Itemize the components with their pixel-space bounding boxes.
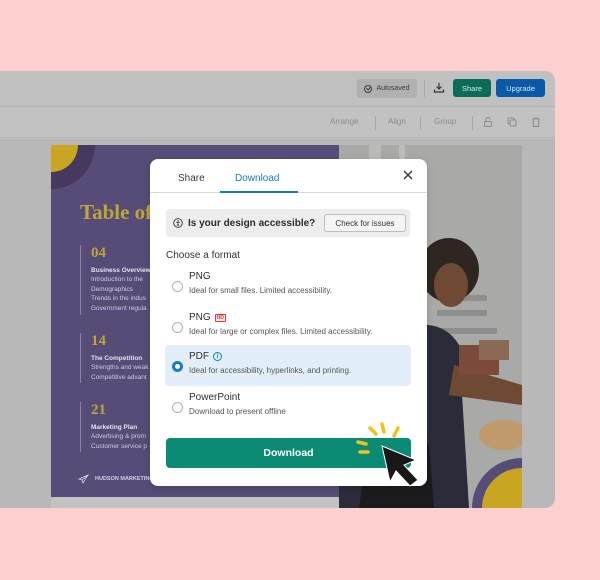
accessibility-banner: Is your design accessible? Check for iss… [166, 209, 410, 237]
radio-button[interactable] [172, 322, 183, 333]
format-option-png-hd[interactable]: PNG HD Ideal for large or complex files.… [165, 306, 411, 347]
paper-plane-icon [78, 474, 89, 484]
cursor-click-icon [356, 422, 419, 487]
section-line: Advertising & prom [91, 433, 146, 440]
section-line: Competitive advant [91, 373, 147, 381]
align-button[interactable]: Align [388, 117, 406, 126]
section-line: Trends in the indus [91, 295, 147, 302]
group-button[interactable]: Group [434, 117, 456, 126]
section-line: Government regula [91, 304, 147, 312]
format-option-png[interactable]: PNG Ideal for small files. Limited acces… [165, 265, 411, 306]
section-number: 14 [91, 333, 106, 349]
section-heading: The Competition [91, 355, 143, 362]
autosaved-status: Autosaved [357, 79, 417, 98]
close-icon[interactable] [401, 168, 415, 182]
download-icon[interactable] [432, 81, 446, 95]
format-name: PDF [189, 351, 209, 362]
tab-download[interactable]: Download [235, 173, 279, 184]
brand-name: HUDSON MARKETING [95, 476, 154, 482]
check-for-issues-button[interactable]: Check for issues [324, 214, 406, 232]
format-description: Ideal for accessibility, hyperlinks, and… [189, 366, 352, 375]
hd-badge: HD [214, 313, 226, 322]
share-button[interactable]: Share [453, 79, 491, 97]
format-option-pdf[interactable]: PDF i Ideal for accessibility, hyperlink… [165, 345, 411, 386]
radio-button-selected[interactable] [172, 361, 183, 372]
format-description: Download to present offline [189, 407, 286, 416]
section-line: Introduction to the [91, 276, 144, 283]
format-name: PNG [189, 271, 211, 282]
format-description: Ideal for small files. Limited accessibi… [189, 286, 333, 295]
section-number: 21 [91, 402, 106, 418]
top-bar: Autosaved Share Upgrade [0, 71, 555, 107]
format-name: PNG [189, 312, 211, 323]
slide-brand: HUDSON MARKETING [78, 474, 154, 484]
section-line: Demographics [91, 285, 133, 293]
section-number: 04 [91, 245, 106, 261]
active-tab-indicator [220, 191, 298, 193]
divider [375, 116, 376, 130]
info-icon[interactable]: i [213, 352, 222, 361]
radio-button[interactable] [172, 402, 183, 413]
divider [420, 116, 421, 130]
check-circle-icon [364, 84, 373, 93]
divider [424, 80, 425, 97]
upgrade-button[interactable]: Upgrade [496, 79, 545, 97]
accessibility-icon [173, 218, 183, 228]
lock-icon[interactable] [482, 116, 494, 128]
section-line: Strengths and weak [91, 364, 149, 371]
divider [472, 116, 473, 130]
toc-section: 21 Marketing Plan Advertising & prom Cus… [80, 402, 147, 452]
slide-title: Table of [80, 200, 153, 224]
trash-icon[interactable] [530, 116, 542, 128]
choose-format-label: Choose a format [166, 250, 240, 261]
toc-section: 04 Business Overview Introduction to the… [80, 245, 151, 315]
section-line: Customer service p [91, 442, 147, 450]
accessibility-prompt: Is your design accessible? [188, 217, 316, 229]
dialog-tabs: Share Download [150, 159, 427, 193]
tab-share[interactable]: Share [178, 173, 205, 184]
autosaved-label: Autosaved [376, 85, 410, 92]
section-heading: Business Overview [91, 267, 151, 274]
format-name: PowerPoint [189, 392, 241, 403]
format-description: Ideal for large or complex files. Limite… [189, 327, 373, 336]
duplicate-icon[interactable] [506, 116, 518, 128]
object-toolbar: Arrange Align Group [0, 108, 555, 138]
radio-button[interactable] [172, 281, 183, 292]
toc-section: 14 The Competition Strengths and weak Co… [80, 333, 148, 383]
arrange-button[interactable]: Arrange [330, 117, 358, 126]
section-heading: Marketing Plan [91, 424, 138, 431]
